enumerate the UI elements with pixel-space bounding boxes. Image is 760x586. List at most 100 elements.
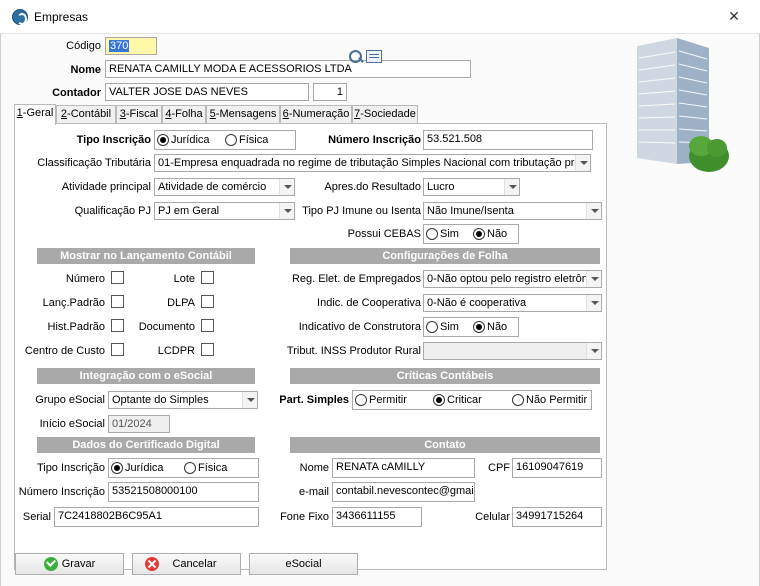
building-icon — [637, 38, 729, 172]
atividade-select[interactable]: Atividade de comércio — [154, 178, 295, 196]
folha-header: Configurações de Folha — [290, 248, 600, 264]
cooperativa-select[interactable]: 0-Não é cooperativa — [423, 294, 602, 312]
tab-numeracao[interactable]: 6-Numeração — [280, 105, 352, 124]
cert-fisica-label: Física — [198, 462, 228, 474]
centro-custo-label: Centro de Custo — [24, 345, 105, 357]
grupo-esocial-label: Grupo eSocial — [35, 394, 105, 406]
window-client: Código 370 Nome RENATA CAMILLY MODA E AC… — [0, 34, 760, 586]
contato-celular-field[interactable]: 34991715264 — [512, 507, 602, 527]
window-title: Empresas — [34, 10, 89, 24]
nao-permitir-label: Não Permitir — [526, 394, 588, 406]
contato-nome-label: Nome — [299, 462, 329, 474]
numero-inscricao-field[interactable]: 53.521.508 — [423, 130, 593, 150]
lanc-padrao-label: Lanç.Padrão — [42, 297, 105, 309]
mostrar-header: Mostrar no Lançamento Contábil — [37, 248, 255, 264]
nome-field[interactable]: RENATA CAMILLY MODA E ACESSORIOS LTDA — [105, 60, 471, 78]
centro-custo-checkbox[interactable] — [111, 343, 124, 356]
classificacao-label: Classificação Tributária — [37, 157, 151, 169]
cebas-label: Possui CEBAS — [347, 228, 421, 240]
lote-checkbox[interactable] — [201, 271, 214, 284]
chevron-down-icon — [279, 203, 294, 219]
cebas-nao-radio[interactable] — [473, 228, 485, 240]
construtora-nao-radio[interactable] — [473, 321, 485, 333]
contato-cpf-field[interactable]: 16109047619 — [512, 458, 602, 478]
contador-code-field[interactable]: 1 — [313, 83, 347, 101]
cert-juridica-radio[interactable] — [111, 462, 123, 474]
cert-juridica-label: Jurídica — [125, 462, 164, 474]
contato-email-label: e-mail — [299, 486, 329, 498]
chevron-down-icon — [586, 343, 601, 359]
inss-select[interactable] — [423, 342, 602, 360]
tab-folha[interactable]: 4-Folha — [162, 105, 206, 124]
esocial-button[interactable]: eSocial — [249, 553, 358, 575]
cooperativa-label: Indic. de Cooperativa — [317, 297, 421, 309]
qualificacao-label: Qualificação PJ — [74, 205, 151, 217]
cert-serial-label: Serial — [22, 511, 51, 523]
criticas-header: Críticas Contábeis — [290, 368, 600, 384]
close-icon[interactable]: ✕ — [725, 7, 743, 25]
apres-select[interactable]: Lucro — [423, 178, 520, 196]
reg-elet-label: Reg. Elet. de Empregados — [291, 273, 421, 285]
tab-mensagens[interactable]: 5-Mensagens — [206, 105, 280, 124]
cert-serial-field[interactable]: 7C2418802B6C95A1 — [54, 507, 259, 527]
cancel-icon — [145, 557, 159, 571]
criticar-radio[interactable] — [433, 394, 445, 406]
tipo-pj-label: Tipo PJ Imune ou Isenta — [302, 205, 421, 217]
tipo-juridica-radio[interactable] — [157, 134, 169, 146]
contato-email-field[interactable]: contabil.nevescontec@gmail. — [332, 482, 475, 502]
reg-elet-select[interactable]: 0-Não optou pelo registro eletrôn — [423, 270, 602, 288]
certificado-header: Dados do Certificado Digital — [37, 437, 255, 453]
part-simples-label: Part. Simples — [279, 394, 349, 406]
title-bar: Empresas ✕ — [0, 0, 760, 34]
hist-padrao-label: Hist.Padrão — [47, 321, 105, 333]
numero-label: Número — [65, 273, 105, 285]
search-icon[interactable] — [348, 49, 364, 65]
dlpa-checkbox[interactable] — [201, 295, 214, 308]
construtora-sim-radio[interactable] — [426, 321, 438, 333]
tipo-fisica-radio[interactable] — [225, 134, 237, 146]
chevron-down-icon — [575, 155, 590, 171]
numero-checkbox[interactable] — [111, 271, 124, 284]
gravar-button[interactable]: Gravar — [15, 553, 124, 575]
cert-numero-field[interactable]: 53521508000100 — [108, 482, 259, 502]
nao-permitir-radio[interactable] — [512, 394, 524, 406]
lanc-padrao-checkbox[interactable] — [111, 295, 124, 308]
qualificacao-select[interactable]: PJ em Geral — [154, 202, 295, 220]
classificacao-select[interactable]: 01-Empresa enquadrada no regime de tribu… — [154, 154, 591, 172]
codigo-field[interactable]: 370 — [105, 37, 157, 55]
contact-card-icon[interactable] — [366, 50, 382, 63]
tab-panel-geral: Tipo Inscrição Jurídica Física Número In… — [14, 123, 607, 570]
esocial-header: Integração com o eSocial — [37, 368, 255, 384]
check-icon — [44, 557, 58, 571]
lote-label: Lote — [173, 273, 195, 285]
chevron-down-icon — [279, 179, 294, 195]
atividade-label: Atividade principal — [61, 181, 151, 193]
lcdpr-checkbox[interactable] — [201, 343, 214, 356]
permitir-radio[interactable] — [355, 394, 367, 406]
chevron-down-icon — [586, 295, 601, 311]
cebas-nao-label: Não — [487, 228, 508, 240]
construtora-nao-label: Não — [487, 321, 508, 333]
contato-fone-field[interactable]: 3436611155 — [332, 507, 422, 527]
tipo-pj-select[interactable]: Não Imune/Isenta — [423, 202, 602, 220]
chevron-down-icon — [586, 271, 601, 287]
cebas-sim-radio[interactable] — [426, 228, 438, 240]
cancelar-button[interactable]: Cancelar — [132, 553, 241, 575]
tab-contabil[interactable]: 2-Contábil — [56, 105, 116, 124]
inicio-esocial-label: Início eSocial — [39, 418, 105, 430]
cert-fisica-radio[interactable] — [184, 462, 196, 474]
inicio-esocial-field[interactable]: 01/2024 — [108, 415, 170, 433]
permitir-label: Permitir — [369, 394, 407, 406]
grupo-esocial-select[interactable]: Optante do Simples — [108, 391, 258, 409]
contador-field[interactable]: VALTER JOSE DAS NEVES — [105, 83, 309, 101]
contato-nome-field[interactable]: RENATA cAMILLY — [332, 458, 475, 478]
documento-checkbox[interactable] — [201, 319, 214, 332]
tab-sociedade[interactable]: 7-Sociedade — [352, 105, 418, 124]
contato-cpf-label: CPF — [488, 462, 510, 474]
construtora-sim-label: Sim — [440, 321, 459, 333]
tab-fiscal[interactable]: 3-Fiscal — [116, 105, 162, 124]
numero-inscricao-label: Número Inscrição — [328, 134, 421, 146]
hist-padrao-checkbox[interactable] — [111, 319, 124, 332]
tab-geral[interactable]: 1-Geral — [14, 104, 56, 125]
tipo-fisica-label: Física — [239, 134, 269, 146]
